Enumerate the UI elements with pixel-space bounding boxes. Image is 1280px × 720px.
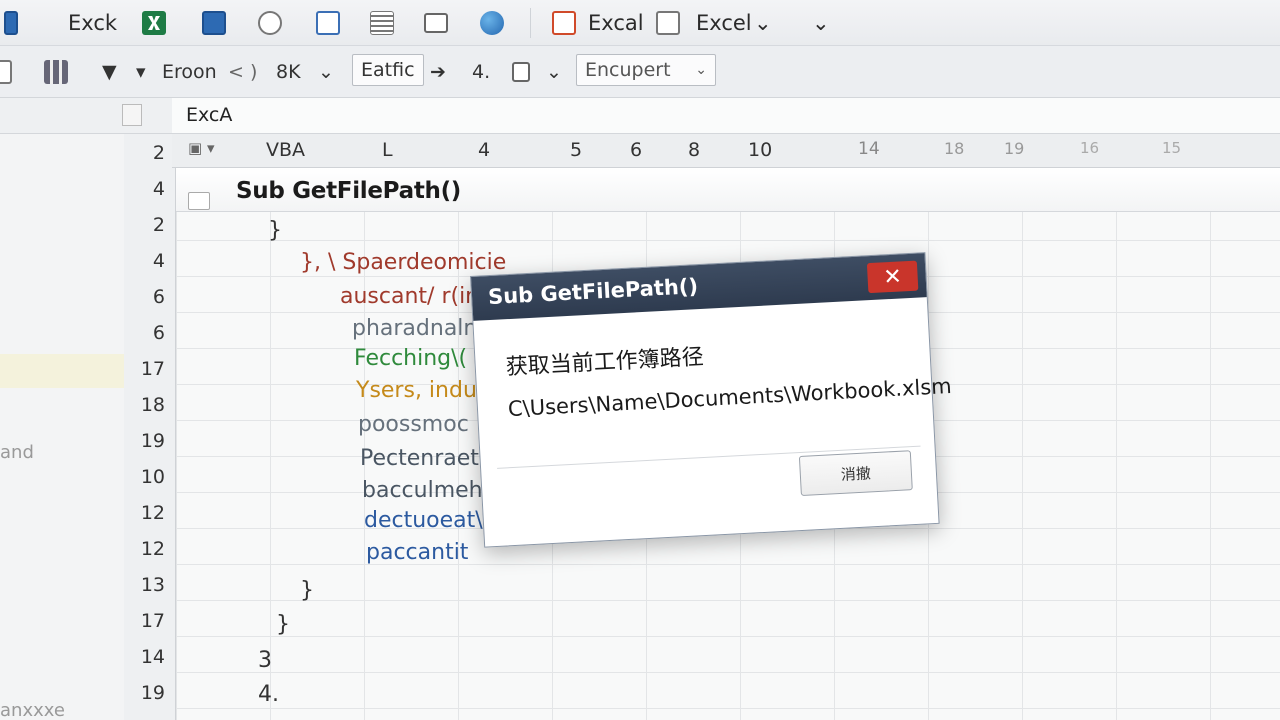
- row-number[interactable]: 17: [141, 610, 165, 632]
- grid-icon[interactable]: [0, 56, 12, 88]
- dialog-message: 获取当前工作簿路径: [505, 344, 705, 381]
- dialog-title: Sub GetFilePath(): [487, 274, 699, 310]
- left-pane-text: and: [0, 442, 34, 463]
- column-header[interactable]: 18: [944, 139, 964, 158]
- dialog-file-path: C\Users\Name\Documents\Workbook.xlsm: [507, 373, 953, 422]
- font-name-select[interactable]: Eroon: [162, 56, 217, 88]
- code-line: bacculmeh: [362, 478, 483, 503]
- style-dropdown-value: Encupert: [585, 59, 671, 81]
- sheet-icon[interactable]: ▣ ▾: [188, 139, 214, 157]
- cancel-button[interactable]: 消撤: [798, 450, 913, 496]
- app-label-excal[interactable]: Excal: [588, 6, 644, 40]
- row-number[interactable]: 4: [153, 250, 165, 272]
- style-dropdown[interactable]: Encupert ⌄: [576, 54, 716, 86]
- app-label-exck[interactable]: Exck: [68, 6, 117, 40]
- code-line: }: [300, 578, 314, 603]
- column-header[interactable]: 5: [570, 139, 582, 161]
- row-number[interactable]: 18: [141, 394, 165, 416]
- name-box[interactable]: [0, 98, 172, 134]
- chevron-down-icon[interactable]: ⌄: [812, 6, 830, 40]
- toolbar-divider: [530, 8, 531, 38]
- code-line: 4.: [258, 682, 279, 707]
- excel-icon[interactable]: [4, 6, 18, 40]
- monitor-icon[interactable]: [424, 6, 448, 40]
- close-button[interactable]: ✕: [866, 260, 919, 294]
- app-toolbar: Exck Excal Excel ⌄ ⌄: [0, 0, 1280, 46]
- code-line: 3: [258, 648, 272, 673]
- dropdown-arrow-icon[interactable]: ▼: [102, 56, 117, 88]
- box-icon[interactable]: [656, 6, 680, 40]
- formula-bar[interactable]: ExcA: [172, 98, 1280, 134]
- code-line: }: [268, 218, 282, 243]
- column-header[interactable]: VBA: [266, 139, 305, 161]
- checkbox[interactable]: [188, 192, 210, 210]
- column-header[interactable]: 15: [1162, 139, 1181, 157]
- code-line: Ysers, indu: [356, 378, 477, 403]
- code-line: Fecching\(: [354, 346, 468, 371]
- save-icon[interactable]: [202, 6, 226, 40]
- row-number[interactable]: 12: [141, 538, 165, 560]
- code-line: }, \ Spaerdeomicie: [300, 250, 507, 275]
- chart-icon[interactable]: [552, 6, 576, 40]
- chevron-down-icon[interactable]: ⌄: [754, 6, 772, 40]
- row-number[interactable]: 4: [153, 178, 165, 200]
- row-number[interactable]: 14: [141, 646, 165, 668]
- left-pane: es and anxxxe: [0, 134, 124, 720]
- ribbon-row: ▼ ▾ Eroon < ) 8K ⌄ Eatfic ➔ 4. ⌄ Encuper…: [0, 46, 1280, 98]
- excel-icon[interactable]: [142, 6, 166, 40]
- left-pane-text: anxxxe: [0, 700, 65, 720]
- row-number[interactable]: 12: [141, 502, 165, 524]
- column-header[interactable]: L: [382, 139, 393, 161]
- row-header-column: 2 4 2 4 6 6 17 18 19 10 12 12 13 17 14 1…: [124, 134, 176, 720]
- column-header[interactable]: 14: [858, 139, 880, 159]
- close-icon: ✕: [882, 263, 903, 290]
- code-header-bar: Sub GetFilePath(): [176, 168, 1280, 212]
- row-number[interactable]: 2: [153, 142, 165, 164]
- code-line: }: [276, 612, 290, 637]
- arrow-right-icon[interactable]: ➔: [430, 56, 446, 88]
- column-header[interactable]: 16: [1080, 139, 1099, 157]
- row-number[interactable]: 19: [141, 430, 165, 452]
- chevron-down-icon[interactable]: ⌄: [546, 56, 562, 88]
- column-header[interactable]: 4: [478, 139, 490, 161]
- insert-icon[interactable]: [512, 56, 530, 88]
- code-line: pharadnalm: [352, 316, 485, 341]
- circle-icon[interactable]: [258, 6, 282, 40]
- dropdown-arrow-icon[interactable]: ▾: [136, 56, 146, 88]
- code-line: Pectenraet: [360, 446, 479, 471]
- row-number[interactable]: 6: [153, 322, 165, 344]
- style-box[interactable]: Eatfic: [352, 54, 424, 86]
- arrow-label: 4.: [472, 61, 491, 83]
- row-number[interactable]: 6: [153, 286, 165, 308]
- app-label-excel[interactable]: Excel: [696, 6, 752, 40]
- list-icon[interactable]: [370, 6, 394, 40]
- table-icon[interactable]: [44, 56, 68, 88]
- name-box-button[interactable]: [122, 104, 142, 126]
- chevron-down-icon: ⌄: [695, 62, 707, 78]
- font-brackets: < ): [228, 61, 258, 83]
- message-dialog: Sub GetFilePath() ✕ 获取当前工作簿路径 C\Users\Na…: [470, 252, 952, 548]
- code-line: poossmoc: [358, 412, 469, 437]
- procedure-title: Sub GetFilePath(): [236, 178, 462, 204]
- row-number[interactable]: 13: [141, 574, 165, 596]
- column-header[interactable]: 10: [748, 139, 772, 161]
- code-line: dectuoeat\: [364, 508, 483, 533]
- code-line: paccantit: [366, 540, 469, 565]
- column-header[interactable]: 8: [688, 139, 700, 161]
- column-header-row: ▣ ▾ VBA L 4 5 6 8 10 14 18 19 16 15: [172, 134, 1280, 168]
- formula-label: ExcA: [186, 104, 233, 126]
- chevron-down-icon[interactable]: ⌄: [318, 56, 334, 88]
- column-header[interactable]: 19: [1004, 139, 1024, 158]
- row-number[interactable]: 19: [141, 682, 165, 704]
- globe-icon[interactable]: [480, 6, 504, 40]
- column-header[interactable]: 6: [630, 139, 642, 161]
- row-number[interactable]: 17: [141, 358, 165, 380]
- row-number[interactable]: 2: [153, 214, 165, 236]
- font-size-select[interactable]: 8K: [276, 56, 301, 88]
- row-number[interactable]: 10: [141, 466, 165, 488]
- document-icon[interactable]: [316, 6, 340, 40]
